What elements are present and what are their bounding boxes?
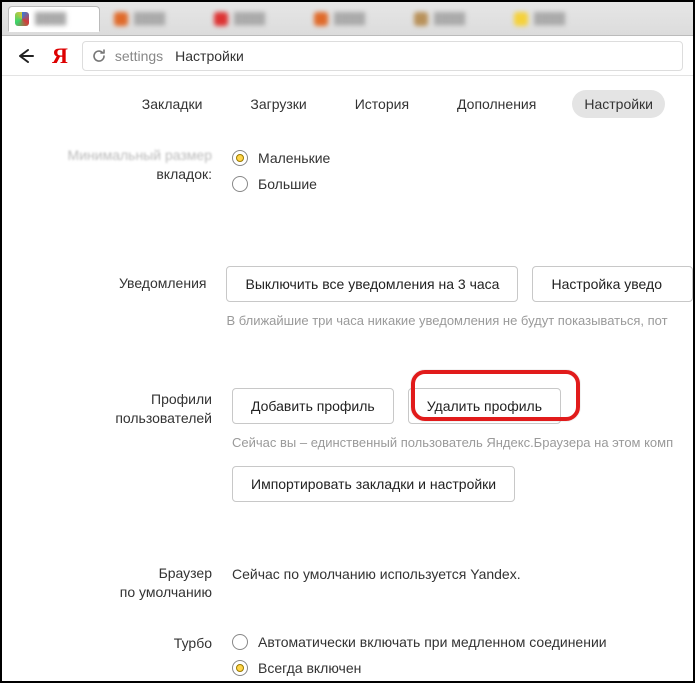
- notification-settings-button[interactable]: Настройка уведо: [532, 266, 693, 302]
- tab-title: ████: [35, 13, 66, 25]
- section-label: Профили: [2, 390, 212, 409]
- section-min-tab-size: Минимальный размер вкладок: Маленькие Бо…: [2, 132, 693, 230]
- section-label: по умолчанию: [2, 583, 212, 602]
- nav-downloads[interactable]: Загрузки: [238, 90, 318, 118]
- radio-label: Большие: [258, 176, 317, 192]
- address-path: Настройки: [175, 48, 244, 64]
- address-bar[interactable]: settings Настройки: [82, 41, 683, 71]
- section-label: Турбо: [174, 635, 212, 651]
- reload-icon[interactable]: [91, 48, 107, 64]
- nav-bookmarks[interactable]: Закладки: [130, 90, 215, 118]
- section-label: вкладок:: [2, 165, 212, 184]
- browser-tab[interactable]: ████: [108, 6, 200, 32]
- section-label: Браузер: [2, 564, 212, 583]
- section-default-browser: Браузер по умолчанию Сейчас по умолчанию…: [2, 530, 693, 616]
- settings-content: Минимальный размер вкладок: Маленькие Бо…: [2, 132, 693, 681]
- radio-turbo-always[interactable]: Всегда включен: [232, 660, 693, 676]
- nav-settings[interactable]: Настройки: [572, 90, 665, 118]
- address-prefix: settings: [115, 48, 163, 64]
- tab-strip: ████ ████ ████ ████ ████ ████: [2, 2, 693, 36]
- browser-tab[interactable]: ████: [8, 6, 100, 32]
- section-profiles: Профили пользователей Добавить профиль У…: [2, 358, 693, 530]
- import-bookmarks-button[interactable]: Импортировать закладки и настройки: [232, 466, 515, 502]
- default-browser-text: Сейчас по умолчанию используется Yandex.: [232, 566, 521, 582]
- browser-tab[interactable]: ████: [208, 6, 300, 32]
- radio-small-tabs[interactable]: Маленькие: [232, 150, 693, 166]
- radio-icon: [232, 634, 248, 650]
- browser-tab[interactable]: ████: [508, 6, 600, 32]
- section-label: Уведомления: [119, 275, 207, 291]
- add-profile-button[interactable]: Добавить профиль: [232, 388, 394, 424]
- profiles-hint: Сейчас вы – единственный пользователь Ян…: [232, 434, 693, 452]
- tab-favicon: [15, 12, 29, 26]
- section-notifications: Уведомления Выключить все уведомления на…: [2, 230, 693, 358]
- settings-nav: Закладки Загрузки История Дополнения Нас…: [2, 76, 693, 132]
- radio-large-tabs[interactable]: Большие: [232, 176, 693, 192]
- radio-icon: [232, 176, 248, 192]
- radio-icon: [232, 150, 248, 166]
- section-label: пользователей: [2, 409, 212, 428]
- nav-history[interactable]: История: [343, 90, 421, 118]
- mute-notifications-button[interactable]: Выключить все уведомления на 3 часа: [226, 266, 518, 302]
- section-label: Минимальный размер: [2, 146, 212, 165]
- radio-label: Маленькие: [258, 150, 330, 166]
- section-turbo: Турбо Автоматически включать при медленн…: [2, 616, 693, 681]
- back-button[interactable]: [12, 43, 38, 69]
- delete-profile-button[interactable]: Удалить профиль: [408, 388, 561, 424]
- nav-addons[interactable]: Дополнения: [445, 90, 548, 118]
- notifications-hint: В ближайшие три часа никакие уведомления…: [226, 312, 693, 330]
- radio-label: Автоматически включать при медленном сое…: [258, 634, 607, 650]
- browser-tab[interactable]: ████: [408, 6, 500, 32]
- radio-icon: [232, 660, 248, 676]
- radio-label: Всегда включен: [258, 660, 361, 676]
- browser-tab[interactable]: ████: [308, 6, 400, 32]
- toolbar: Я settings Настройки: [2, 36, 693, 76]
- radio-turbo-auto[interactable]: Автоматически включать при медленном сое…: [232, 634, 693, 650]
- yandex-logo[interactable]: Я: [52, 43, 68, 69]
